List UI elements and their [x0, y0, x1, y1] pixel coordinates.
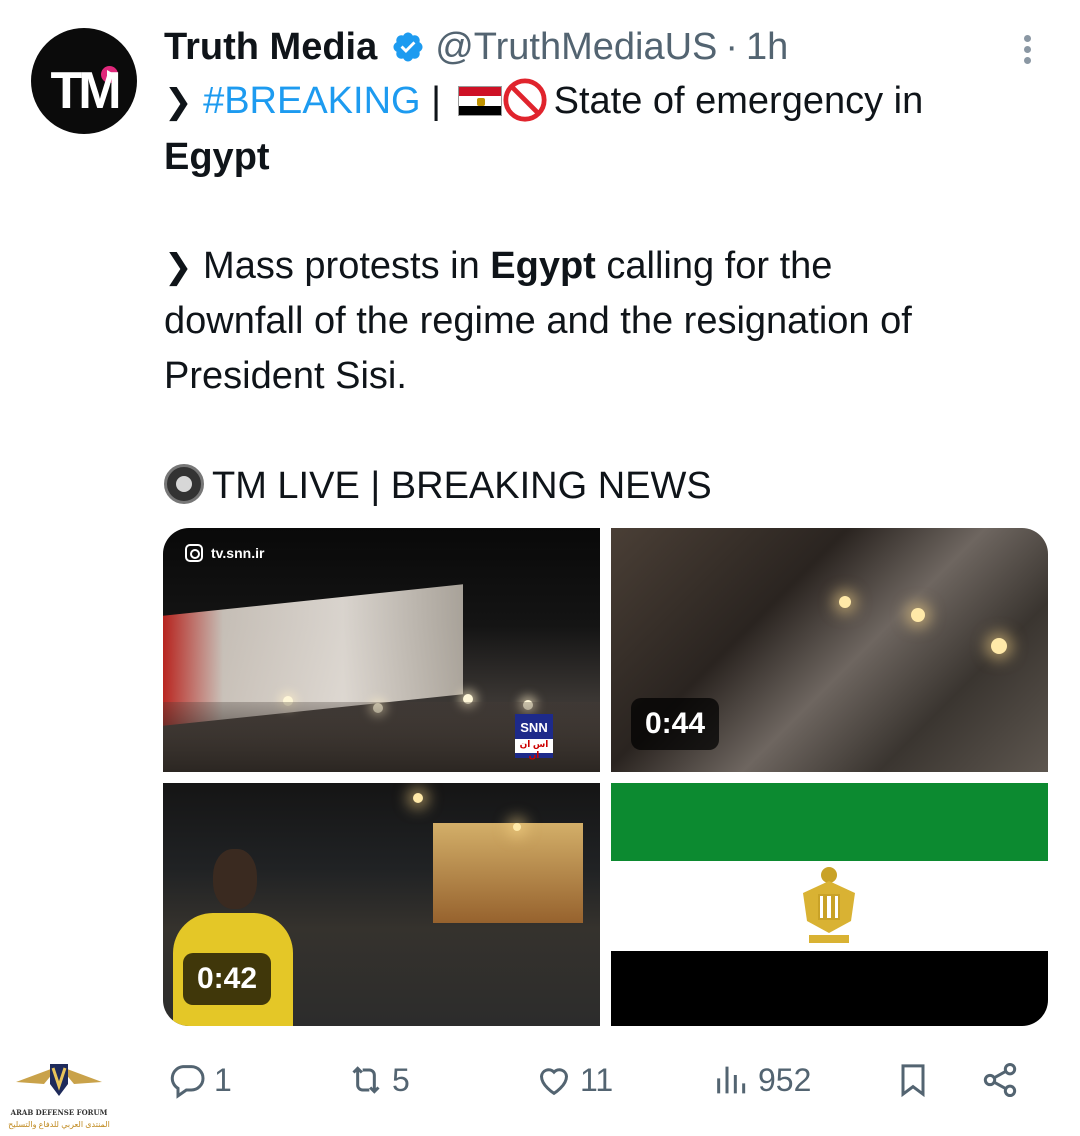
- author-name[interactable]: Truth Media: [164, 26, 377, 69]
- eagle-of-saladin-icon: [803, 867, 855, 943]
- video-duration-badge: 0:44: [631, 698, 720, 750]
- analytics-icon: [717, 1066, 746, 1094]
- chevron-glyph: ❯: [164, 83, 193, 121]
- snn-logo-text: SNN: [520, 720, 548, 735]
- pipe-glyph: |: [420, 80, 442, 122]
- tweet-text-line-4: downfall of the regime and the resignati…: [164, 300, 912, 342]
- para-bold-word: Egypt: [490, 245, 596, 287]
- tweet-text-line-6: TM LIVE | BREAKING NEWS: [164, 459, 712, 514]
- share-icon: [983, 1063, 1017, 1097]
- prohibited-icon: [503, 78, 547, 122]
- repost-icon: [352, 1066, 380, 1094]
- instagram-icon: [185, 544, 203, 562]
- watermark-brand-line: ARAB DEFENSE FORUM: [10, 1108, 108, 1117]
- author-avatar[interactable]: TM: [31, 28, 137, 134]
- arab-defense-forum-watermark: ARAB DEFENSE FORUM المنتدى العربي للدفاع…: [6, 1052, 112, 1134]
- para-text-b: calling for the: [595, 245, 833, 287]
- tweet-text-line-1: ❯ #BREAKING | State of emergency in: [164, 74, 923, 130]
- bookmark-icon: [901, 1064, 925, 1098]
- tweet-text-line-3: ❯ Mass protests in Egypt calling for the: [164, 239, 832, 295]
- author-handle[interactable]: @TruthMediaUS: [435, 26, 717, 69]
- media-item-4-egypt-flag[interactable]: [611, 783, 1048, 1026]
- instagram-watermark: tv.snn.ir: [185, 544, 264, 562]
- reply-button[interactable]: 1: [168, 1050, 232, 1110]
- shop-front: [433, 823, 583, 923]
- tweet-text-line-2: Egypt: [164, 130, 270, 185]
- watermark-handle: tv.snn.ir: [211, 545, 265, 561]
- reply-count: 1: [214, 1061, 232, 1098]
- hashtag-link[interactable]: #BREAKING: [203, 80, 421, 122]
- repost-count: 5: [392, 1061, 410, 1098]
- media-grid: tv.snn.ir SNN اس ان ان 0:44 0:42: [163, 528, 1048, 1026]
- flag-stripe-black: [611, 951, 1048, 1026]
- avatar-logo-text: TM: [50, 62, 121, 120]
- post-time[interactable]: 1h: [746, 26, 788, 69]
- like-button[interactable]: 11: [534, 1050, 613, 1110]
- live-label: TM LIVE | BREAKING NEWS: [212, 465, 712, 507]
- repost-button[interactable]: 5: [346, 1050, 410, 1110]
- tweet-header: Truth Media @TruthMediaUS · 1h: [164, 22, 788, 72]
- views-count: 952: [758, 1061, 812, 1098]
- like-count: 11: [580, 1061, 614, 1098]
- video-duration-badge: 0:42: [183, 953, 272, 1005]
- media-item-1[interactable]: tv.snn.ir SNN اس ان ان: [163, 528, 600, 772]
- verified-badge-icon: [393, 32, 423, 62]
- record-dot-icon: [164, 464, 204, 504]
- bookmark-button[interactable]: [893, 1050, 933, 1110]
- snn-logo: SNN اس ان ان: [515, 714, 553, 760]
- flag-stripe-green: [611, 783, 1048, 861]
- heart-icon: [539, 1068, 569, 1096]
- snn-logo-sub: اس ان ان: [515, 739, 553, 760]
- headline-bold-word: Egypt: [164, 136, 270, 178]
- tweet-action-bar: 1 5 11 952: [0, 1050, 1080, 1110]
- reply-icon: [170, 1065, 205, 1099]
- headline-text: State of emergency in: [553, 80, 924, 122]
- share-button[interactable]: [980, 1050, 1020, 1110]
- para-text-a: Mass protests in: [192, 245, 491, 287]
- tweet-text-line-5: President Sisi.: [164, 355, 407, 397]
- egypt-flag-icon: [457, 86, 502, 116]
- person-head: [213, 849, 257, 909]
- header-separator: ·: [725, 25, 739, 68]
- views-button[interactable]: 952: [712, 1050, 811, 1110]
- media-item-2[interactable]: 0:44: [611, 528, 1048, 772]
- more-options-icon[interactable]: [1012, 32, 1042, 70]
- watermark-brand-arabic: المنتدى العربي للدفاع والتسليح: [8, 1120, 110, 1129]
- winged-shield-logo-icon: [16, 1064, 102, 1096]
- media-item-3[interactable]: 0:42: [163, 783, 600, 1026]
- chevron-glyph: ❯: [164, 248, 193, 286]
